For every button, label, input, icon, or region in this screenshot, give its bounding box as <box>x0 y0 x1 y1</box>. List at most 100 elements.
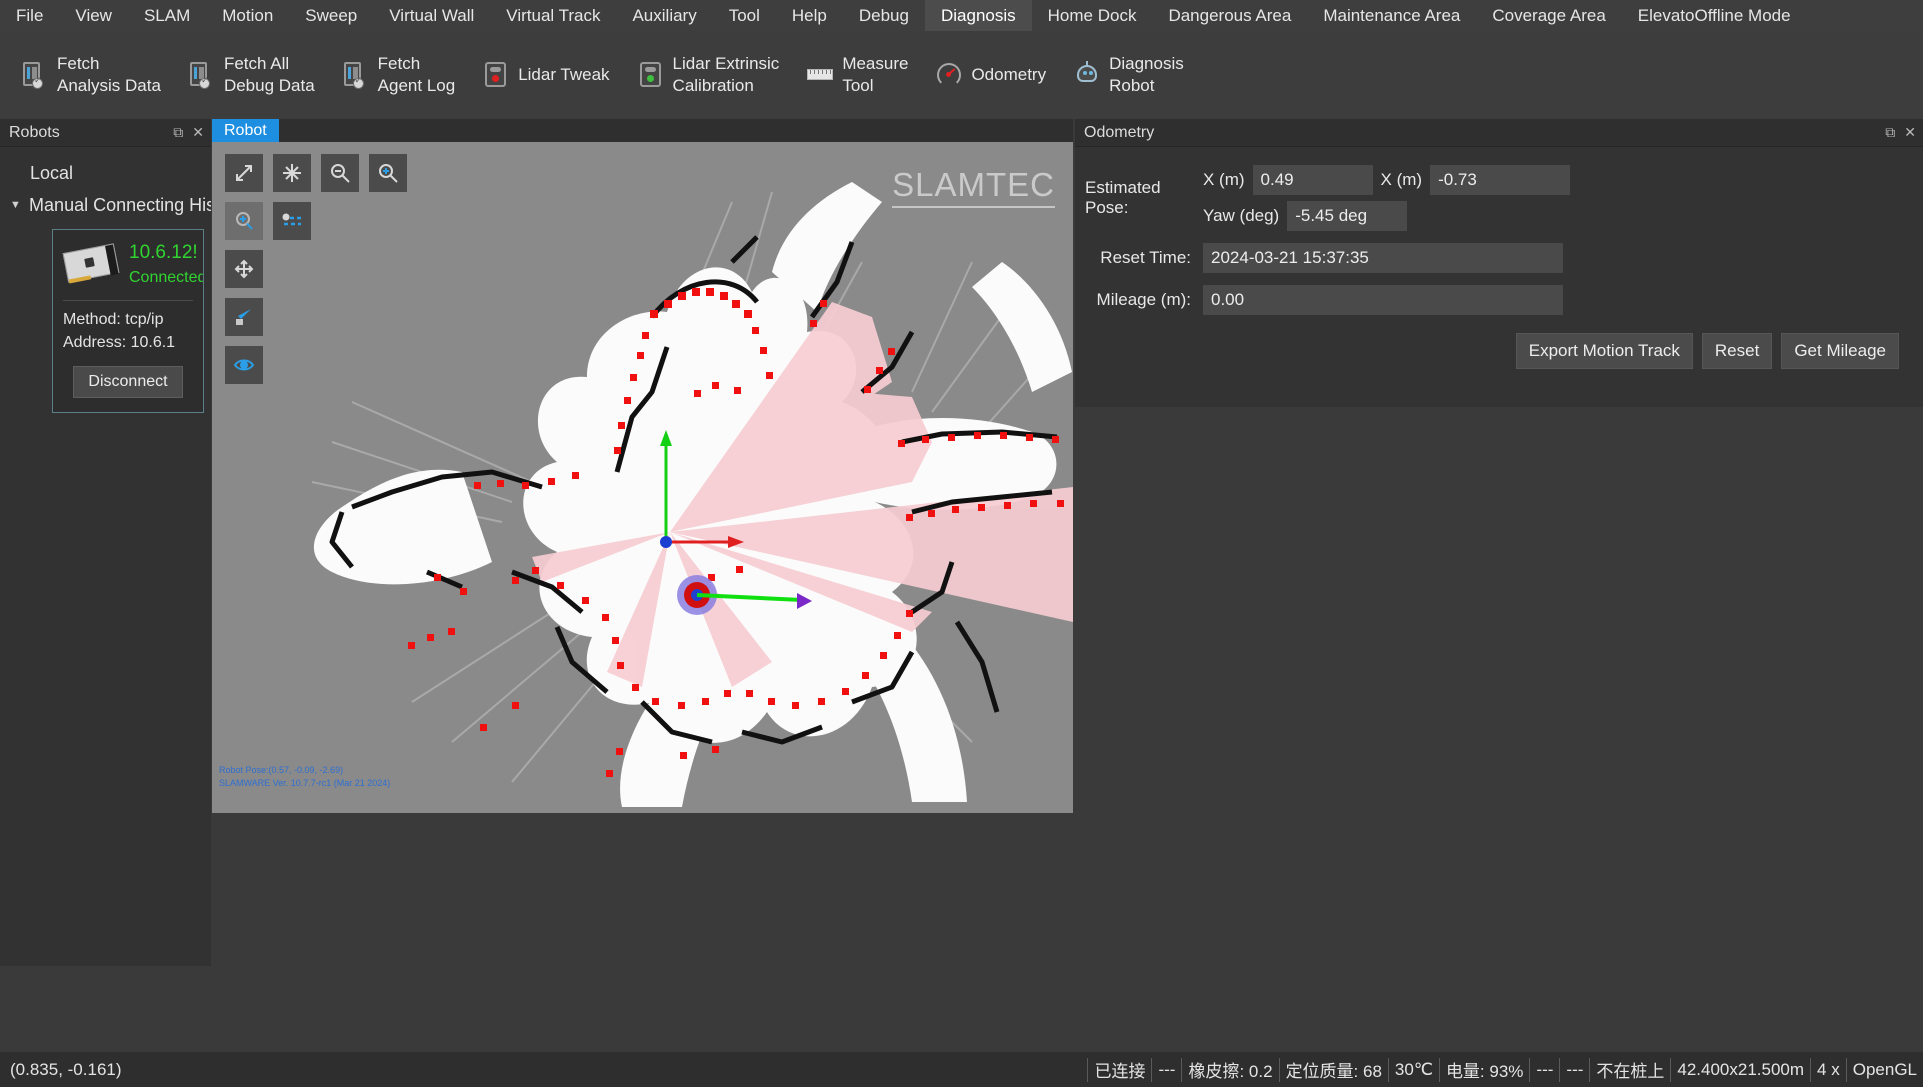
status-temperature: 30℃ <box>1388 1058 1439 1082</box>
menu-label: View <box>75 0 112 31</box>
menu-item-home-dock[interactable]: Home Dock <box>1032 0 1153 31</box>
tree-item-label: Local <box>30 163 73 184</box>
robot-connection-status: Connected <box>129 269 193 287</box>
measure-tool-icon <box>807 61 833 89</box>
robots-tree: Local ▼ Manual Connecting Hist 10.6.12! … <box>0 147 211 413</box>
menu-label: Help <box>792 0 827 31</box>
map-viewport[interactable]: Robot Pose:(0.57, -0.09, -2.69) SLAMWARE… <box>212 142 1073 813</box>
offline-mode-label: Offline Mode <box>1694 0 1790 31</box>
menu-label: Auxiliary <box>632 0 696 31</box>
reset-button[interactable]: Reset <box>1702 333 1772 369</box>
measure-tool-button[interactable]: MeasureTool <box>793 44 922 106</box>
menu-item-coverage-area[interactable]: Coverage Area <box>1476 0 1621 31</box>
menu-item-file[interactable]: File <box>0 0 59 31</box>
robots-panel-title: Robots <box>9 124 60 142</box>
menu-item-diagnosis[interactable]: Diagnosis <box>925 0 1032 31</box>
tree-item-label: Manual Connecting Hist <box>29 195 211 216</box>
tab-label: Robot <box>224 122 267 140</box>
float-icon[interactable]: ⧉ <box>1885 124 1895 141</box>
pose-x2-field[interactable]: -0.73 <box>1430 165 1570 195</box>
close-icon[interactable]: ✕ <box>192 124 204 141</box>
menu-label: Coverage Area <box>1492 0 1605 31</box>
pose-x-field[interactable]: 0.49 <box>1253 165 1373 195</box>
tab-robot[interactable]: Robot <box>212 119 279 142</box>
menu-label: Tool <box>729 0 760 31</box>
status-slot-2: --- <box>1529 1058 1559 1082</box>
zoom-select-icon[interactable] <box>225 202 263 240</box>
reset-time-label: Reset Time: <box>1085 248 1203 268</box>
card-divider <box>63 300 193 301</box>
estimated-pose-label: Estimated Pose: <box>1085 165 1203 231</box>
disconnect-button[interactable]: Disconnect <box>73 366 182 398</box>
reset-time-field[interactable]: 2024-03-21 15:37:35 <box>1203 243 1563 273</box>
tree-item-local[interactable]: Local <box>0 157 211 189</box>
get-mileage-button[interactable]: Get Mileage <box>1781 333 1899 369</box>
menu-item-debug[interactable]: Debug <box>843 0 925 31</box>
svg-text:SLAMWARE Ver. 10.7.7-rc1 (Mar: SLAMWARE Ver. 10.7.7-rc1 (Mar 21 2024) <box>219 778 390 788</box>
visibility-icon[interactable] <box>225 346 263 384</box>
pose-yaw-field[interactable]: -5.45 deg <box>1287 201 1407 231</box>
menu-item-view[interactable]: View <box>59 0 128 31</box>
close-icon[interactable]: ✕ <box>1904 124 1916 141</box>
menu-item-slam[interactable]: SLAM <box>128 0 206 31</box>
recenter-icon[interactable] <box>273 154 311 192</box>
robot-ip-address: 10.6.12! <box>129 242 193 264</box>
status-eraser: 橡皮擦: 0.2 <box>1181 1058 1278 1082</box>
menu-item-motion[interactable]: Motion <box>206 0 289 31</box>
fit-view-icon[interactable] <box>225 154 263 192</box>
menu-item-dangerous-area[interactable]: Dangerous Area <box>1152 0 1307 31</box>
toolbar-button-label: Lidar Tweak <box>518 64 609 86</box>
menu-label: Home Dock <box>1048 0 1137 31</box>
menu-item-sweep[interactable]: Sweep <box>289 0 373 31</box>
zoom-out-icon[interactable] <box>321 154 359 192</box>
lidar-extrinsic-calibration-button[interactable]: Lidar ExtrinsicCalibration <box>624 44 794 106</box>
float-icon[interactable]: ⧉ <box>173 124 183 141</box>
menu-label: File <box>16 0 43 31</box>
status-map-size: 42.400x21.500m <box>1670 1058 1810 1082</box>
odometry-panel-title-bar: Odometry ⧉ ✕ <box>1075 119 1923 147</box>
menu-label: Elevato <box>1638 0 1695 31</box>
fetch-analysis-data-button[interactable]: FetchAnalysis Data <box>8 44 175 106</box>
robots-panel: Robots ⧉ ✕ Local ▼ Manual Connecting His… <box>0 119 211 966</box>
toolbar: FetchAnalysis Data Fetch AllDebug Data F… <box>0 31 1923 119</box>
set-pose-icon[interactable] <box>225 298 263 336</box>
offline-mode-indicator: Offline Mode <box>1694 0 1806 31</box>
mileage-field[interactable]: 0.00 <box>1203 285 1563 315</box>
toolbar-button-label: FetchAnalysis Data <box>57 53 161 97</box>
fetch-agent-log-button[interactable]: FetchAgent Log <box>329 44 470 106</box>
toolbar-button-label: DiagnosisRobot <box>1109 53 1184 97</box>
tree-item-manual-connecting-history[interactable]: ▼ Manual Connecting Hist <box>0 189 211 221</box>
menu-label: Sweep <box>305 0 357 31</box>
menu-item-auxiliary[interactable]: Auxiliary <box>616 0 712 31</box>
fetch-all-debug-data-button[interactable]: Fetch AllDebug Data <box>175 44 329 106</box>
lidar-tweak-icon <box>483 61 509 89</box>
robot-card[interactable]: 10.6.12! Connected Method: tcp/ip Addres… <box>52 229 204 413</box>
lidar-tweak-button[interactable]: Lidar Tweak <box>469 44 623 106</box>
robots-panel-title-bar: Robots ⧉ ✕ <box>0 119 211 147</box>
export-motion-track-button[interactable]: Export Motion Track <box>1516 333 1693 369</box>
status-localization-quality: 定位质量: 68 <box>1279 1058 1388 1082</box>
menu-item-maintenance-area[interactable]: Maintenance Area <box>1307 0 1476 31</box>
odometry-button[interactable]: Odometry <box>922 44 1060 106</box>
odometry-panel-title: Odometry <box>1084 124 1154 142</box>
menu-label: Debug <box>859 0 909 31</box>
menu-label: Virtual Track <box>506 0 600 31</box>
zoom-in-icon[interactable] <box>369 154 407 192</box>
menu-label: Motion <box>222 0 273 31</box>
menu-item-virtual-track[interactable]: Virtual Track <box>490 0 616 31</box>
application-window: File View SLAM Motion Sweep Virtual Wall… <box>0 0 1923 1087</box>
chevron-down-icon[interactable]: ▼ <box>10 199 29 211</box>
status-connection: 已连接 <box>1087 1058 1151 1082</box>
status-dock: 不在桩上 <box>1589 1058 1670 1082</box>
menu-item-tool[interactable]: Tool <box>713 0 776 31</box>
odometry-icon <box>936 61 962 89</box>
menu-item-help[interactable]: Help <box>776 0 843 31</box>
viewport-footer-area <box>212 813 1073 966</box>
menu-item-virtual-wall[interactable]: Virtual Wall <box>373 0 490 31</box>
menu-item-elevator[interactable]: Elevato <box>1622 0 1695 31</box>
pose-x2-label: X (m) <box>1381 170 1423 190</box>
diagnosis-robot-button[interactable]: DiagnosisRobot <box>1060 44 1198 106</box>
path-edit-icon[interactable] <box>273 202 311 240</box>
diagnosis-robot-icon <box>1074 61 1100 89</box>
pan-move-icon[interactable] <box>225 250 263 288</box>
